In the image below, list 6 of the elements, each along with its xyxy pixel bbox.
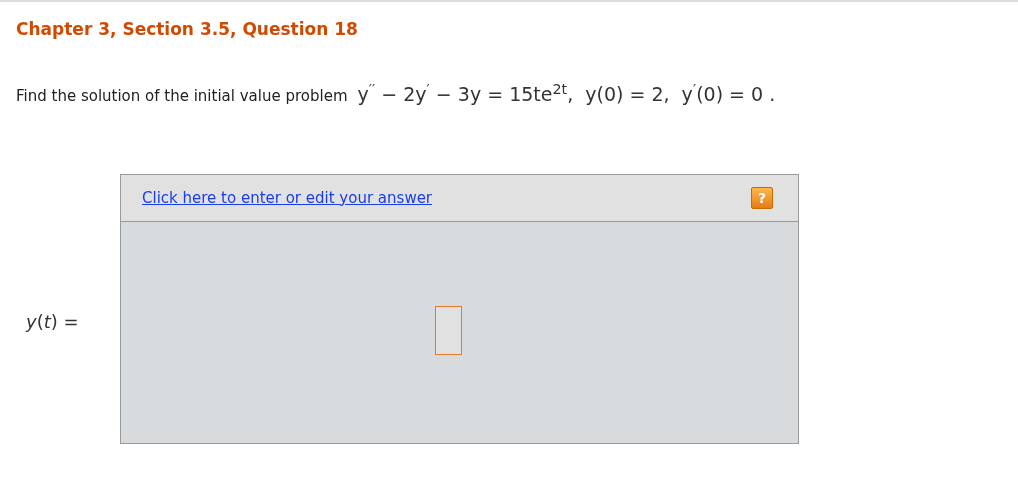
question-title: Chapter 3, Section 3.5, Question 18 — [16, 18, 358, 40]
equation: y$^{′′}$ − 2y$^{′}$ − 3y = 15te$^{2t}$, y(0) = 2, y$^{′}$(0) = 0 . — [357, 82, 776, 106]
edit-answer-link[interactable]: Click here to enter or edit your answer — [142, 186, 433, 210]
answer-label: y(t) = — [26, 309, 79, 334]
answer-input-field[interactable] — [435, 306, 462, 355]
question-text: Find the solution of the initial value problem — [16, 86, 348, 106]
